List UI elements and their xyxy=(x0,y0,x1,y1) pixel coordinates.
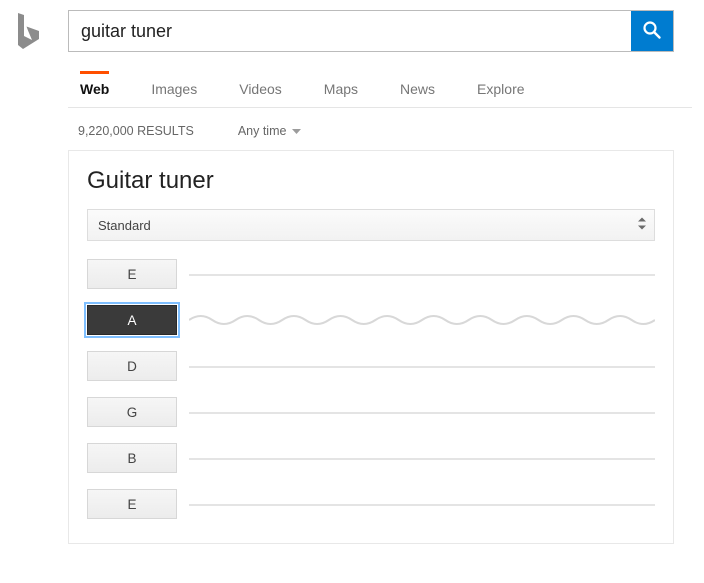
string-row: E xyxy=(87,259,655,289)
tab-videos[interactable]: Videos xyxy=(239,81,282,107)
string-button-e-high[interactable]: E xyxy=(87,489,177,519)
tab-explore[interactable]: Explore xyxy=(477,81,524,107)
string-waveform xyxy=(189,264,655,284)
string-button-d[interactable]: D xyxy=(87,351,177,381)
results-meta: 9,220,000 RESULTS Any time xyxy=(78,124,692,138)
tab-news[interactable]: News xyxy=(400,81,435,107)
string-list: E A D G xyxy=(87,259,655,519)
string-row: A xyxy=(87,305,655,335)
search-bar xyxy=(68,10,674,52)
string-waveform-active xyxy=(189,310,655,330)
search-icon xyxy=(642,20,662,43)
chevron-down-icon xyxy=(292,124,301,138)
string-button-b[interactable]: B xyxy=(87,443,177,473)
string-waveform xyxy=(189,494,655,514)
tuning-select[interactable]: Standard xyxy=(87,209,655,241)
string-row: G xyxy=(87,397,655,427)
time-filter-dropdown[interactable]: Any time xyxy=(238,124,302,138)
string-waveform xyxy=(189,356,655,376)
string-waveform xyxy=(189,402,655,422)
nav-tabs: Web Images Videos Maps News Explore xyxy=(68,74,692,108)
string-row: B xyxy=(87,443,655,473)
string-button-a[interactable]: A xyxy=(87,305,177,335)
string-row: E xyxy=(87,489,655,519)
guitar-tuner-card: Guitar tuner Standard E A xyxy=(68,150,674,544)
search-input[interactable] xyxy=(69,11,631,51)
tuning-select-value: Standard xyxy=(98,218,151,233)
card-title: Guitar tuner xyxy=(87,167,655,195)
string-button-g[interactable]: G xyxy=(87,397,177,427)
tab-maps[interactable]: Maps xyxy=(324,81,358,107)
search-button[interactable] xyxy=(631,11,673,51)
string-waveform xyxy=(189,448,655,468)
string-row: D xyxy=(87,351,655,381)
results-count: 9,220,000 RESULTS xyxy=(78,124,194,138)
string-button-e-low[interactable]: E xyxy=(87,259,177,289)
time-filter-label: Any time xyxy=(238,124,287,138)
updown-chevron-icon xyxy=(638,217,646,234)
bing-logo-icon[interactable] xyxy=(12,37,42,54)
tab-images[interactable]: Images xyxy=(151,81,197,107)
tab-web[interactable]: Web xyxy=(80,81,109,107)
